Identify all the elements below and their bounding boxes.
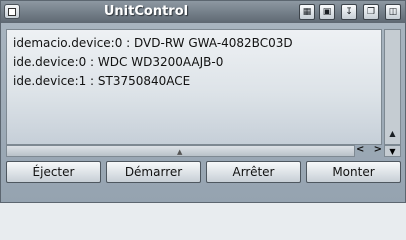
jump-button[interactable]: ↧ [341, 4, 357, 20]
scroll-left-button[interactable]: < [356, 144, 364, 158]
list-item[interactable]: ide.device:0 : WDC WD3200AAJB-0 [13, 55, 223, 69]
list-item[interactable]: idemacio.device:0 : DVD-RW GWA-4082BC03D [13, 36, 293, 50]
mount-button[interactable]: Monter [306, 161, 401, 183]
title-bar[interactable]: UnitControl ▦ ▣ ↧ ❐ ◫ [1, 1, 405, 23]
stop-button[interactable]: Arrêter [206, 161, 301, 183]
scroll-up-button[interactable]: ▲ [386, 127, 399, 140]
horizontal-scrollbar[interactable]: ▲ [6, 145, 355, 157]
snapshot-button[interactable]: ▣ [319, 4, 335, 20]
scrollbar-grip-icon: ▲ [177, 148, 183, 156]
action-bar: Éjecter Démarrer Arrêter Monter [6, 161, 401, 185]
vertical-scrollbar[interactable]: ▲ [384, 29, 401, 145]
zoom-icon: ◫ [388, 7, 398, 17]
iconify-icon: ▦ [302, 7, 312, 17]
depth-icon: ❐ [366, 7, 376, 17]
snapshot-icon: ▣ [322, 7, 332, 17]
jump-icon: ↧ [345, 7, 353, 17]
list-item[interactable]: ide.device:1 : ST3750840ACE [13, 74, 190, 88]
device-list[interactable]: idemacio.device:0 : DVD-RW GWA-4082BC03D… [6, 29, 382, 145]
arrow-down-icon: ▼ [389, 146, 396, 156]
iconify-button[interactable]: ▦ [299, 4, 315, 20]
arrow-up-icon: ▲ [389, 129, 396, 138]
unitcontrol-window: UnitControl ▦ ▣ ↧ ❐ ◫ idemacio.device:0 … [0, 0, 406, 203]
scroll-right-button[interactable]: > [374, 144, 382, 158]
eject-button[interactable]: Éjecter [6, 161, 101, 183]
horizontal-scroll-buttons: < > [356, 144, 382, 158]
start-button[interactable]: Démarrer [106, 161, 201, 183]
depth-button[interactable]: ❐ [363, 4, 379, 20]
scroll-down-button[interactable]: ▼ [384, 145, 401, 157]
window-title: UnitControl [103, 4, 189, 19]
zoom-button[interactable]: ◫ [385, 4, 401, 20]
